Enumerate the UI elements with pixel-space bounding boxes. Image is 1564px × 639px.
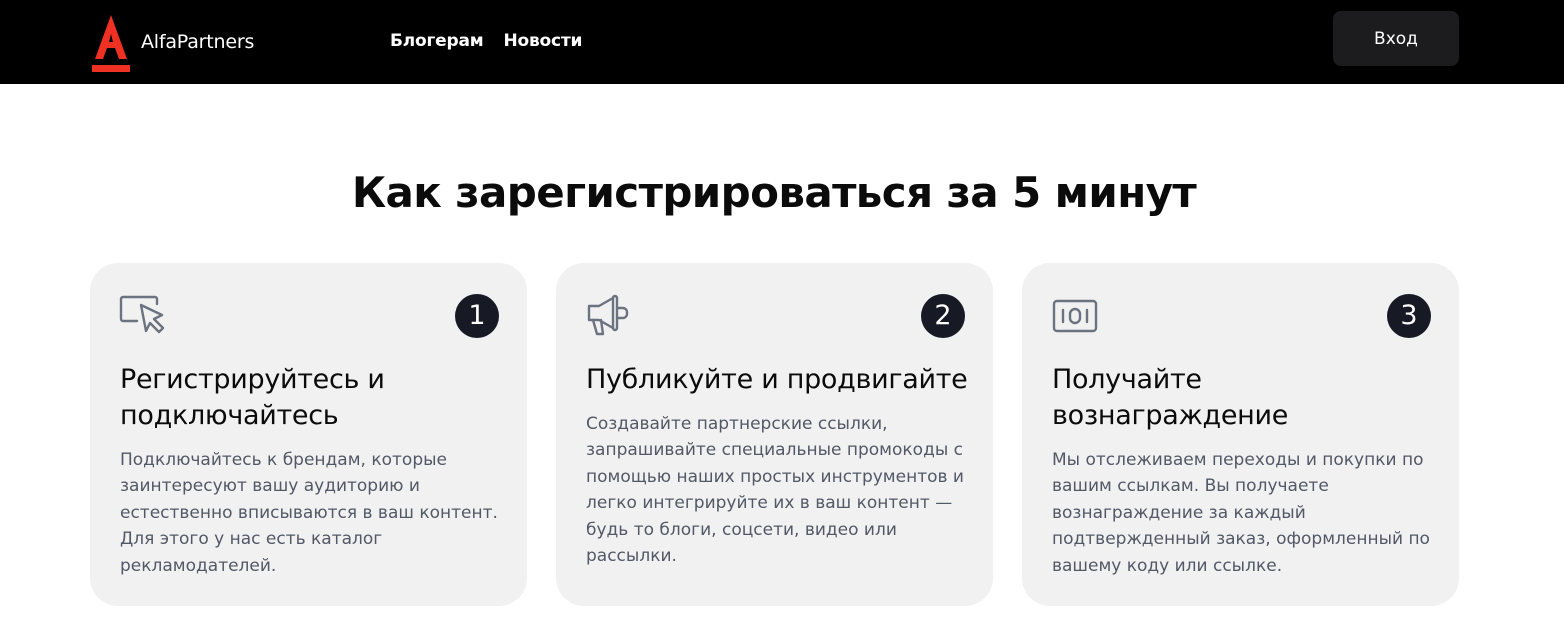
page-title: Как зарегистрироваться за 5 минут (351, 168, 1197, 217)
step-description: Создавайте партнерские ссылки, запрашива… (586, 414, 964, 567)
alfa-logo-icon (92, 15, 130, 72)
step-card-register: 1 Регистрируйтесь и подключайтесь Подклю… (90, 263, 527, 606)
cursor-click-icon (119, 295, 165, 334)
step-title: Регистрируйтесь и подключайтесь (120, 364, 385, 431)
step-title: Публикуйте и продвигайте (586, 364, 968, 395)
banknote-icon (1052, 299, 1098, 333)
step-card-reward: 3 Получайте вознаграждение Мы отслеживае… (1022, 263, 1459, 606)
step-number-badge: 3 (1387, 294, 1431, 338)
nav-link-bloggers[interactable]: Блогерам (390, 31, 484, 51)
login-button[interactable]: Вход (1333, 11, 1459, 66)
step-title: Получайте вознаграждение (1052, 364, 1289, 431)
nav-link-news[interactable]: Новости (503, 31, 582, 51)
megaphone-icon (587, 294, 629, 336)
main-nav: Блогерам Новости (390, 31, 602, 51)
site-header: AlfaPartners Блогерам Новости Вход (0, 0, 1564, 84)
step-number-badge: 2 (921, 294, 965, 338)
step-description: Подключайтесь к брендам, которые заинтер… (120, 450, 498, 576)
logo-text: AlfaPartners (141, 30, 255, 53)
step-number-badge: 1 (455, 294, 499, 338)
step-card-publish: 2 Публикуйте и продвигайте Создавайте па… (556, 263, 993, 606)
step-description: Мы отслеживаем переходы и покупки по ваш… (1052, 450, 1430, 576)
logo-link[interactable]: AlfaPartners (92, 14, 254, 72)
